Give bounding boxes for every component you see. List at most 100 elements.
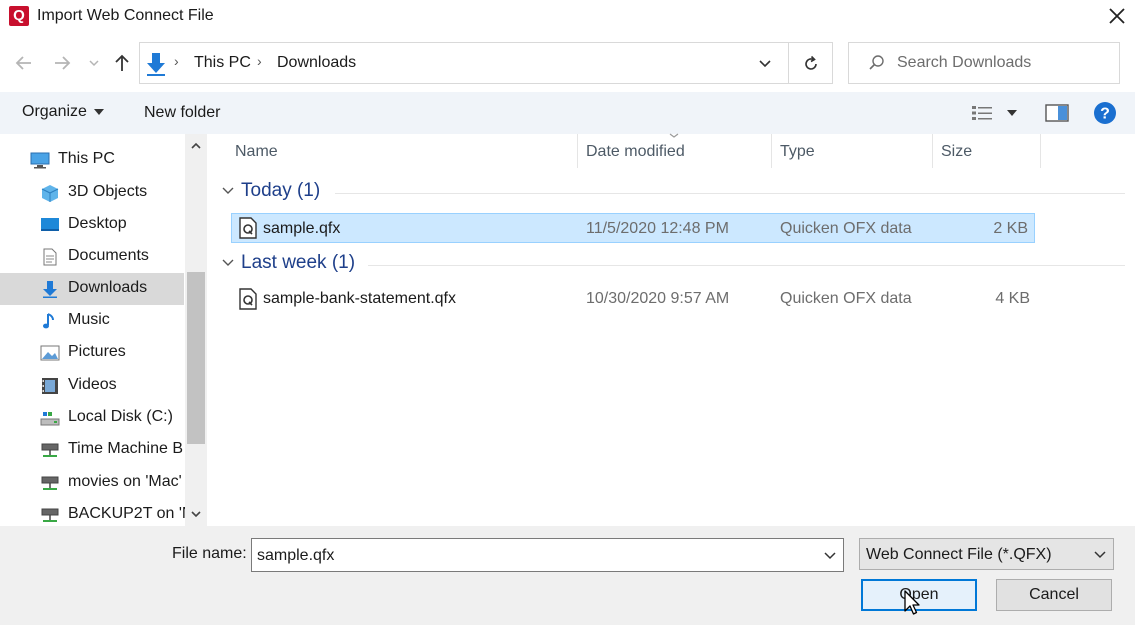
- svg-text:?: ?: [1100, 106, 1110, 123]
- file-size: 2 KB: [993, 220, 1028, 237]
- forward-button[interactable]: [49, 50, 75, 76]
- network-drive-icon: [40, 506, 60, 524]
- download-arrow-icon: [147, 53, 165, 76]
- film-icon: [40, 377, 60, 395]
- sidebar-item-label: Downloads: [68, 279, 148, 296]
- column-divider[interactable]: [577, 134, 578, 168]
- sidebar-item-label: Videos: [68, 376, 117, 393]
- recent-locations-button[interactable]: [86, 56, 102, 70]
- mouse-cursor-icon: [904, 590, 920, 615]
- column-divider[interactable]: [771, 134, 772, 168]
- sidebar-item-this-pc[interactable]: This PC: [0, 144, 184, 176]
- chevron-down-icon: [89, 60, 99, 67]
- group-header-today[interactable]: Today (1): [221, 180, 320, 202]
- sidebar-item-music[interactable]: Music: [0, 305, 184, 337]
- cancel-button[interactable]: Cancel: [996, 579, 1112, 611]
- sidebar-item-3d-objects[interactable]: 3D Objects: [0, 177, 184, 209]
- sidebar-item-label: Desktop: [68, 215, 127, 232]
- organize-button[interactable]: Organize: [22, 103, 105, 121]
- details-view-icon: [972, 106, 992, 120]
- breadcrumb-separator-icon: ›: [257, 53, 262, 69]
- arrow-right-icon: [55, 56, 71, 70]
- sidebar-item-label: Pictures: [68, 343, 126, 360]
- breadcrumb-separator-icon: ›: [174, 53, 179, 69]
- sidebar-item-time-machine-b[interactable]: Time Machine B: [0, 434, 184, 466]
- sidebar-item-pictures[interactable]: Pictures: [0, 337, 184, 369]
- sidebar-item-downloads[interactable]: Downloads: [0, 273, 184, 305]
- qfx-file-icon: [239, 217, 257, 239]
- organize-label: Organize: [22, 103, 87, 120]
- desktop-icon: [40, 216, 60, 234]
- group-divider: [335, 193, 1125, 194]
- refresh-icon: [805, 55, 817, 70]
- chevron-down-icon: [222, 259, 234, 266]
- breadcrumb-downloads[interactable]: Downloads: [277, 54, 356, 72]
- sidebar-item-movies-on-mac[interactable]: movies on 'Mac': [0, 467, 184, 499]
- sidebar-item-label: This PC: [58, 150, 115, 167]
- column-header-size[interactable]: Size: [941, 134, 972, 168]
- search-box[interactable]: Search Downloads: [848, 42, 1120, 84]
- column-divider[interactable]: [932, 134, 933, 168]
- file-type-value: Web Connect File (*.QFX): [866, 546, 1052, 563]
- file-name: sample.qfx: [263, 220, 341, 237]
- refresh-button[interactable]: [789, 42, 833, 84]
- caret-down-icon: [1007, 110, 1017, 116]
- scroll-up-icon[interactable]: [189, 140, 203, 152]
- chevron-down-icon[interactable]: [756, 57, 774, 71]
- chevron-down-icon: [1094, 551, 1106, 559]
- sidebar-item-videos[interactable]: Videos: [0, 370, 184, 402]
- help-button[interactable]: ?: [1093, 101, 1117, 130]
- network-drive-icon: [40, 441, 60, 459]
- preview-pane-button[interactable]: [1045, 104, 1069, 127]
- network-drive-icon: [40, 474, 60, 492]
- back-button[interactable]: [11, 50, 37, 76]
- file-row[interactable]: sample-bank-statement.qfx 10/30/2020 9:5…: [231, 284, 1035, 314]
- arrow-up-icon: [115, 54, 129, 71]
- window-title: Import Web Connect File: [37, 7, 214, 24]
- file-row[interactable]: sample.qfx 11/5/2020 12:48 PM Quicken OF…: [231, 213, 1035, 243]
- column-header-type[interactable]: Type: [780, 134, 815, 168]
- preview-pane-icon: [1045, 104, 1069, 122]
- music-icon: [40, 312, 60, 330]
- column-header-date-modified[interactable]: Date modified: [586, 134, 685, 168]
- file-name-input[interactable]: sample.qfx: [251, 538, 844, 572]
- chevron-down-icon[interactable]: [822, 549, 838, 563]
- view-options-button[interactable]: [971, 104, 1018, 122]
- quicken-app-icon: Q: [9, 6, 29, 26]
- column-header-name[interactable]: Name: [235, 134, 278, 168]
- cube-icon: [40, 184, 60, 202]
- file-name-value: sample.qfx: [257, 547, 335, 564]
- address-bar[interactable]: › This PC › Downloads: [139, 42, 789, 84]
- chevron-down-icon: [222, 187, 234, 194]
- column-divider[interactable]: [1040, 134, 1041, 168]
- caret-down-icon: [93, 109, 104, 115]
- breadcrumb-this-pc[interactable]: This PC: [194, 54, 251, 72]
- file-type-select[interactable]: Web Connect File (*.QFX): [859, 538, 1114, 570]
- file-name: sample-bank-statement.qfx: [263, 290, 456, 307]
- nav-scrollbar-thumb[interactable]: [187, 272, 205, 444]
- sort-chevron-icon: [669, 133, 679, 138]
- up-button[interactable]: [109, 50, 135, 76]
- sidebar-item-documents[interactable]: Documents: [0, 241, 184, 273]
- help-icon: ?: [1094, 102, 1116, 124]
- sidebar-item-label: movies on 'Mac': [68, 473, 182, 490]
- sidebar-item-desktop[interactable]: Desktop: [0, 209, 184, 241]
- sidebar-item-local-disk-c[interactable]: Local Disk (C:): [0, 402, 184, 434]
- download-icon: [40, 280, 60, 298]
- scroll-down-icon[interactable]: [189, 508, 203, 520]
- close-button[interactable]: [1102, 2, 1132, 30]
- sidebar-item-backup2t-on-n[interactable]: BACKUP2T on 'N: [0, 499, 193, 526]
- document-icon: [40, 248, 60, 266]
- sidebar-item-label: BACKUP2T on 'N: [68, 505, 194, 522]
- command-bar: Organize New folder ?: [0, 92, 1135, 134]
- search-input[interactable]: Search Downloads: [897, 54, 1031, 72]
- title-bar: Q Import Web Connect File: [0, 0, 1135, 34]
- new-folder-button[interactable]: New folder: [144, 104, 220, 122]
- group-header-last-week[interactable]: Last week (1): [221, 252, 355, 274]
- file-name-label: File name:: [172, 545, 247, 562]
- close-icon: [1109, 8, 1125, 24]
- file-date: 10/30/2020 9:57 AM: [586, 290, 730, 307]
- group-label: Last week (1): [241, 252, 356, 273]
- navigation-pane: This PC 3D Objects Desktop Documents Downloa…: [0, 134, 207, 526]
- group-label: Today (1): [241, 180, 321, 201]
